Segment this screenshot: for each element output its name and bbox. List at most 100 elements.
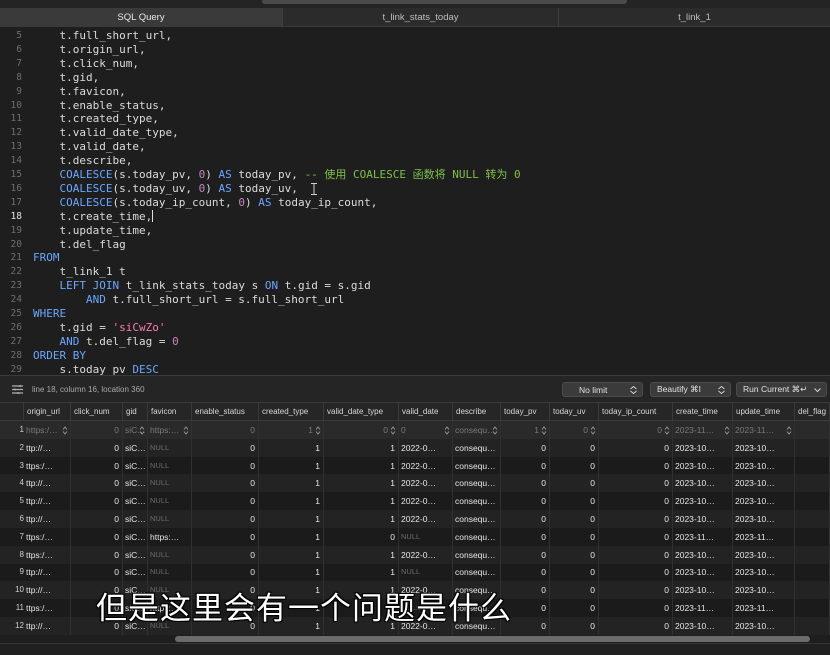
cell-today-pv[interactable]: 0 [501,438,550,457]
column-header-origin-url[interactable]: origin_url [24,403,71,421]
cell-origin-url[interactable]: ttp://… [24,563,71,582]
table-row[interactable]: 3 ttps:/… 0 siC… NULL 0 1 1 2022-0… consequ… 0 0 0 20… [0,456,830,475]
column-header-gid[interactable]: gid [123,403,148,421]
cell-origin-url[interactable]: ttp://… [24,510,71,528]
column-header-favicon[interactable]: favicon [148,403,192,421]
code-line[interactable]: 7 t.click_num, [0,57,830,71]
table-row[interactable]: 6 ttp://… 0 siC… NULL 0 1 1 2022-0… consequ… 0 0 0 20… [0,510,830,528]
code-line[interactable]: 29 s.today_pv DESC [0,363,830,375]
column-header-update-time[interactable]: update_time [733,403,795,421]
cell-favicon[interactable]: https:… [148,527,192,546]
cell-describe[interactable]: consequ… [453,456,501,475]
cell-gid[interactable]: siC… [123,421,148,439]
cell-valid-date-type[interactable]: 1 [324,438,399,457]
table-row[interactable]: 1 https:/… 0 siC… https:… 0 1 0 0 consequ… 1 0 0 2023… [0,421,830,439]
column-header-del-flag[interactable]: del_flag [795,403,830,421]
cell-today-ip-count[interactable]: 0 [599,563,673,582]
cell-valid-date[interactable]: 2022-0… [399,438,453,457]
cell-favicon[interactable]: NULL [148,474,192,493]
cell-today-uv[interactable]: 0 [550,545,599,564]
column-header-today-pv[interactable]: today_pv [501,403,550,421]
cell-today-pv[interactable]: 0 [501,474,550,493]
cell-today-pv[interactable]: 0 [501,563,550,582]
row-limit-select[interactable]: No limit [562,382,643,397]
cell-favicon[interactable]: NULL [148,438,192,457]
code-line[interactable]: 19 t.update_time, [0,224,830,238]
cell-today-ip-count[interactable]: 0 [599,527,673,546]
cell-valid-date[interactable]: 2022-0… [399,456,453,475]
cell-create-time[interactable]: 2023-10… [673,616,733,635]
code-line[interactable]: 20 t.del_flag [0,238,830,252]
cell-today-uv[interactable]: 0 [550,456,599,475]
cell-create-time[interactable]: 2023-11… [673,527,733,546]
cell-click-num[interactable]: 0 [71,527,123,546]
cell-favicon[interactable]: NULL [148,545,192,564]
cell-enable-status[interactable]: 0 [192,438,259,457]
code-line[interactable]: 13 t.valid_date, [0,140,830,154]
cell-today-ip-count[interactable]: 0 [599,421,673,439]
cell-click-num[interactable]: 0 [71,438,123,457]
cell-today-pv[interactable]: 0 [501,510,550,528]
cell-created-type[interactable]: 1 [259,563,324,582]
cell-today-pv[interactable]: 0 [501,545,550,564]
cell-click-num[interactable]: 0 [71,456,123,475]
cell-del-flag[interactable] [795,421,830,439]
code-line[interactable]: 6 t.origin_url, [0,43,830,57]
cell-valid-date[interactable]: NULL [399,563,453,582]
cell-gid[interactable]: siC… [123,474,148,493]
cell-origin-url[interactable]: ttps:/… [24,545,71,564]
cell-favicon[interactable]: NULL [148,492,192,511]
column-header-valid-date-type[interactable]: valid_date_type [324,403,399,421]
cell-enable-status[interactable]: 0 [192,563,259,582]
cell-create-time[interactable]: 2023-10… [673,563,733,582]
code-line[interactable]: 10 t.enable_status, [0,99,830,113]
stepper-icon[interactable] [139,426,145,435]
cell-favicon[interactable]: https:… [148,421,192,439]
cell-origin-url[interactable]: ttp://… [24,474,71,493]
cell-valid-date[interactable]: 2022-0… [399,492,453,511]
cell-del-flag[interactable] [795,581,830,600]
cell-gid[interactable]: siC… [123,438,148,457]
cell-today-ip-count[interactable]: 0 [599,492,673,511]
cell-valid-date-type[interactable]: 1 [324,563,399,582]
cell-valid-date[interactable]: 0 [399,421,453,439]
cell-valid-date[interactable]: 2022-0… [399,510,453,528]
beautify-button[interactable]: Beautify ⌘I [650,382,731,397]
cell-origin-url[interactable]: ttps:/… [24,456,71,475]
cell-valid-date[interactable]: 2022-0… [399,545,453,564]
cell-del-flag[interactable] [795,438,830,457]
code-line[interactable]: 11 t.created_type, [0,112,830,126]
cell-create-time[interactable]: 2023-10… [673,474,733,493]
cell-created-type[interactable]: 1 [259,510,324,528]
cell-del-flag[interactable] [795,563,830,582]
cell-enable-status[interactable]: 0 [192,545,259,564]
cell-enable-status[interactable]: 0 [192,456,259,475]
cell-gid[interactable]: siC… [123,545,148,564]
cell-today-uv[interactable]: 0 [550,599,599,617]
cell-update-time[interactable]: 2023-10… [733,545,795,564]
cell-describe[interactable]: consequ… [453,474,501,493]
cell-del-flag[interactable] [795,616,830,635]
cell-create-time[interactable]: 2023-10… [673,510,733,528]
code-line[interactable]: 23 LEFT JOIN t_link_stats_today s ON t.g… [0,279,830,293]
cell-update-time[interactable]: 2023-10… [733,616,795,635]
cell-del-flag[interactable] [795,545,830,564]
cell-valid-date-type[interactable]: 0 [324,421,399,439]
cell-describe[interactable]: consequ… [453,563,501,582]
cell-update-time[interactable]: 2023-11… [733,527,795,546]
cell-origin-url[interactable]: https:/… [24,421,71,439]
cell-describe[interactable]: consequ… [453,492,501,511]
code-line[interactable]: 16 COALESCE(s.today_uv, 0) AS today_uv, [0,182,830,196]
column-header-create-time[interactable]: create_time [673,403,733,421]
horizontal-scrollbar[interactable] [175,636,810,642]
cell-create-time[interactable]: 2023-10… [673,456,733,475]
cell-valid-date-type[interactable]: 1 [324,474,399,493]
column-header-describe[interactable]: describe [453,403,501,421]
cell-gid[interactable]: siC… [123,492,148,511]
cell-valid-date-type[interactable]: 0 [324,527,399,546]
cell-today-uv[interactable]: 0 [550,474,599,493]
code-line[interactable]: 5 t.full_short_url, [0,29,830,43]
cell-favicon[interactable]: NULL [148,510,192,528]
lines-icon[interactable] [12,385,23,394]
tab-link-1[interactable]: t_link_1 [559,8,830,27]
